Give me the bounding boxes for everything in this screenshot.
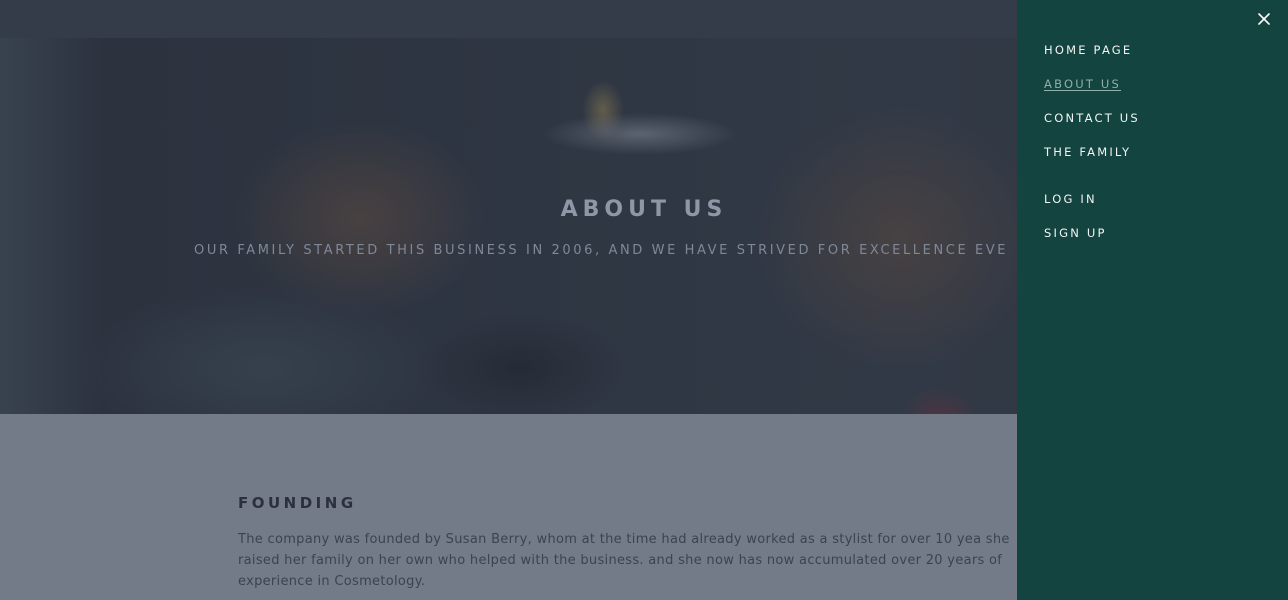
menu-item-sign-up[interactable]: SIGN UP [1044,226,1107,240]
menu-item-about-us[interactable]: ABOUT US [1044,77,1121,91]
close-menu-button[interactable] [1256,11,1272,27]
section-title-founding: FOUNDING [238,494,357,512]
menu-item-log-in[interactable]: LOG IN [1044,192,1097,206]
menu-item-contact-us[interactable]: CONTACT US [1044,111,1140,125]
menu-item-home-page[interactable]: HOME PAGE [1044,43,1132,57]
side-menu: HOME PAGE ABOUT US CONTACT US THE FAMILY… [1017,0,1288,600]
section-paragraph: The company was founded by Susan Berry, … [238,532,1010,589]
hero-subtitle: OUR FAMILY STARTED THIS BUSINESS IN 2006… [194,243,1009,258]
menu-item-the-family[interactable]: THE FAMILY [1044,145,1131,159]
close-icon [1258,13,1270,25]
